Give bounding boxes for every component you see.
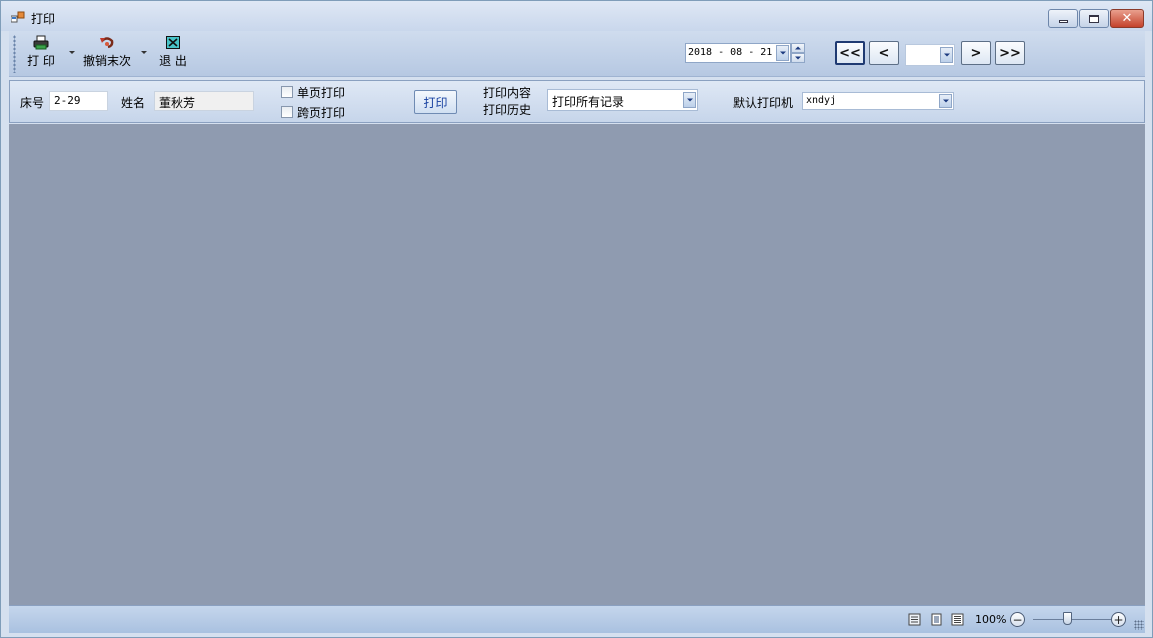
undo-icon: [100, 37, 114, 49]
maximize-button[interactable]: [1079, 9, 1109, 28]
page-dropdown-button[interactable]: [940, 47, 953, 63]
app-icon: [11, 11, 25, 23]
zoom-slider-track[interactable]: [1033, 619, 1111, 620]
undo-dropdown-arrow[interactable]: [141, 51, 147, 54]
chevron-up-icon: [795, 46, 801, 50]
next-page-button[interactable]: >: [961, 41, 991, 65]
printer-dropdown-button[interactable]: [939, 94, 952, 108]
minimize-button[interactable]: [1048, 9, 1078, 28]
print-content-dropdown-button[interactable]: [683, 92, 696, 108]
exit-label: 退 出: [159, 54, 187, 68]
single-page-label: 单页打印: [297, 86, 346, 100]
close-button[interactable]: ✕: [1110, 9, 1144, 28]
date-value: 2018 - 08 - 21: [688, 47, 773, 58]
plus-icon: +: [1113, 612, 1124, 627]
bed-label: 床号: [20, 96, 45, 110]
date-spinner: [791, 43, 805, 63]
cross-page-checkbox[interactable]: [281, 106, 293, 118]
filter-bar: 床号 2-29 姓名 董秋芳 单页打印 跨页打印 打印 打印内容 打印历史 打印…: [9, 80, 1145, 123]
print-button[interactable]: 打印: [414, 90, 457, 114]
default-printer-value: xndyj: [806, 95, 837, 106]
undo-last-button[interactable]: 撤销末次: [81, 33, 133, 73]
last-page-button[interactable]: >>: [995, 41, 1025, 65]
single-page-checkbox[interactable]: [281, 86, 293, 98]
toolbar: 打 印 撤销末次 退 出 2018 - 08 - 21 << < > >>: [9, 31, 1145, 77]
single-page-view-icon[interactable]: [930, 613, 943, 626]
toolbar-grip[interactable]: [13, 35, 16, 73]
title-bar[interactable]: 打印 ✕: [1, 1, 1152, 31]
cross-page-label: 跨页打印: [297, 106, 346, 120]
chevron-down-icon: [942, 99, 949, 103]
zoom-in-button[interactable]: +: [1111, 612, 1126, 627]
previous-page-button[interactable]: <: [869, 41, 899, 65]
chevron-down-icon: [943, 53, 950, 57]
zoom-slider-thumb[interactable]: [1063, 612, 1072, 625]
exit-button[interactable]: 退 出: [155, 33, 191, 73]
chevron-down-icon: [686, 98, 693, 102]
chevron-down-icon: [779, 51, 786, 55]
continuous-view-icon[interactable]: [951, 613, 964, 626]
zoom-out-button[interactable]: −: [1010, 612, 1025, 627]
exit-icon: [166, 36, 180, 49]
name-label: 姓名: [121, 96, 146, 110]
zoom-level: 100%: [975, 613, 1007, 626]
page-select[interactable]: [905, 44, 955, 66]
date-dropdown-button[interactable]: [776, 45, 789, 61]
minus-icon: −: [1012, 612, 1023, 627]
print-content-select[interactable]: 打印所有记录: [547, 89, 698, 111]
print-toolbar-button[interactable]: 打 印: [21, 33, 61, 73]
page-setup-icon[interactable]: [908, 613, 921, 626]
maximize-icon: [1089, 14, 1099, 23]
undo-last-label: 撤销末次: [82, 54, 131, 68]
date-spin-up-button[interactable]: [791, 43, 805, 53]
print-toolbar-label: 打 印: [27, 54, 55, 68]
print-window: 打印 ✕ 打 印 撤销末次 退 出 2018 - 08 - 21 << < > …: [0, 0, 1153, 638]
status-bar: 100% − +: [9, 605, 1145, 633]
window-title: 打印: [31, 12, 56, 26]
default-printer-label: 默认打印机: [733, 96, 794, 110]
print-preview-area[interactable]: [9, 124, 1145, 605]
print-content-label: 打印内容: [483, 86, 532, 100]
first-page-button[interactable]: <<: [835, 41, 865, 65]
print-content-value: 打印所有记录: [552, 95, 625, 109]
print-history-label: 打印历史: [483, 103, 532, 117]
resize-grip[interactable]: [1134, 620, 1144, 630]
bed-number-field[interactable]: 2-29: [49, 91, 108, 111]
date-spin-down-button[interactable]: [791, 53, 805, 63]
print-dropdown-arrow[interactable]: [69, 51, 75, 54]
default-printer-select[interactable]: xndyj: [802, 92, 954, 110]
minimize-icon: [1058, 19, 1068, 23]
patient-name-field[interactable]: 董秋芳: [154, 91, 254, 111]
chevron-down-icon: [795, 56, 801, 60]
close-icon: ✕: [1121, 11, 1133, 26]
printer-icon: [33, 35, 49, 50]
